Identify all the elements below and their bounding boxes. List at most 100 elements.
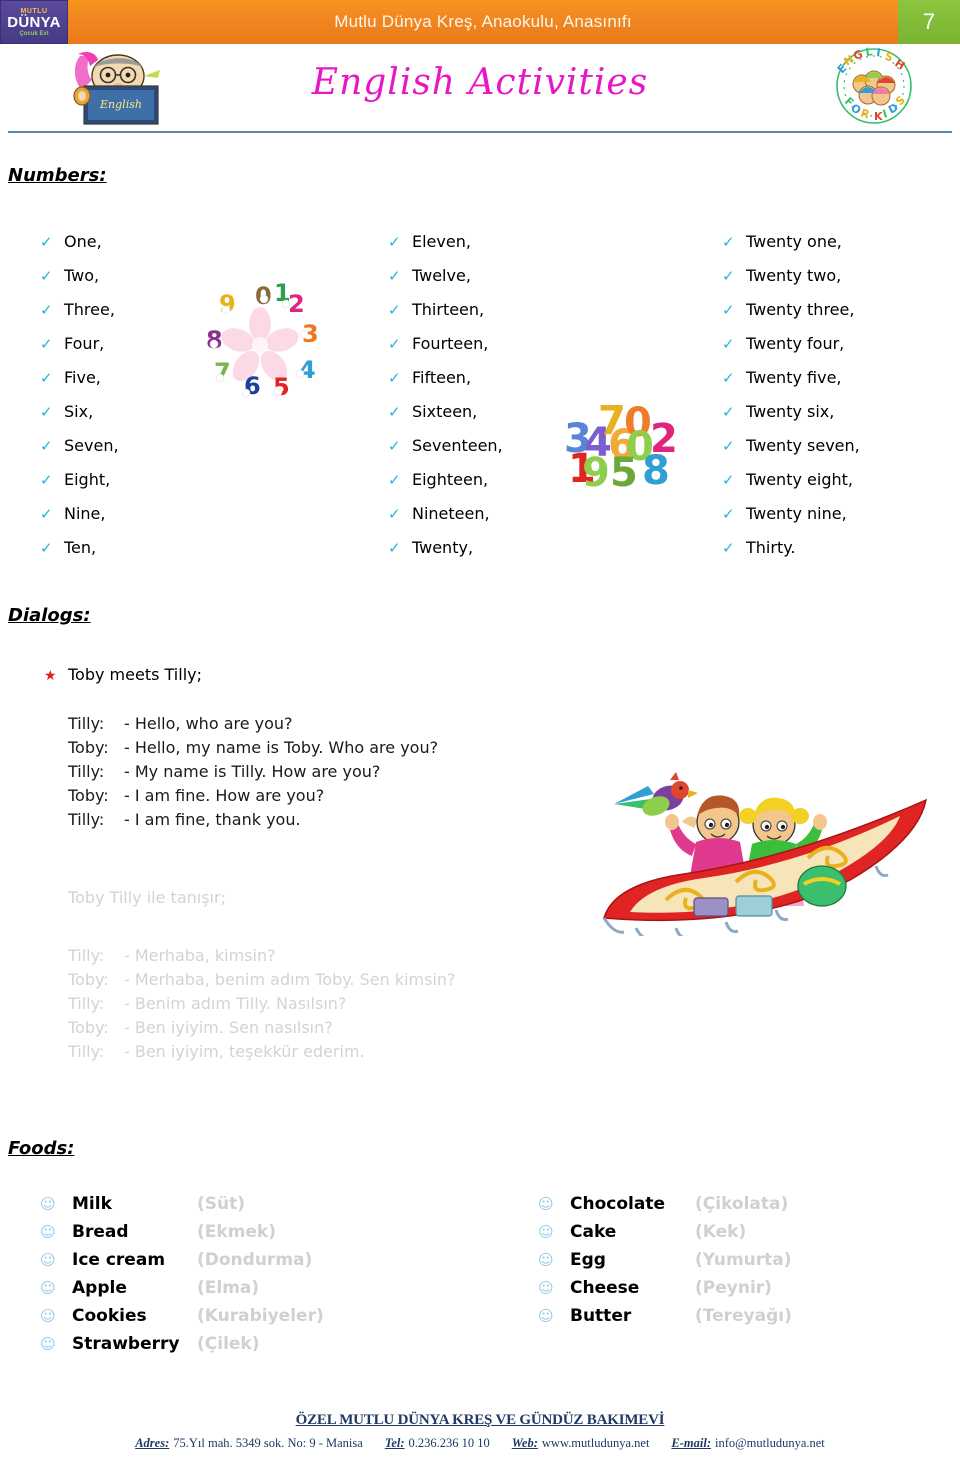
check-icon: ✓ — [40, 335, 53, 353]
check-icon: ✓ — [40, 471, 53, 489]
kids-on-magic-carpet-illustration — [602, 772, 928, 936]
food-name-turkish: (Elma) — [197, 1278, 260, 1298]
smiley-icon: ☺ — [40, 1279, 56, 1297]
dialog-text: - My name is Tilly. How are you? — [124, 762, 381, 781]
number-list-item: ✓ Thirteen, — [388, 300, 503, 334]
number-label: Six, — [64, 402, 94, 421]
food-list-item: ☺ Strawberry (Çilek) — [40, 1334, 324, 1362]
footer-web-value[interactable]: www.mutludunya.net — [542, 1436, 650, 1450]
check-icon: ✓ — [388, 539, 401, 557]
food-list-item: ☺ Milk (Süt) — [40, 1194, 324, 1222]
school-logo: MUTLU DÜNYA Çocuk Evi — [0, 0, 68, 44]
number-label: Fourteen, — [412, 334, 489, 353]
footer-email-value[interactable]: info@mutludunya.net — [715, 1436, 825, 1450]
dialog-text: - Hello, my name is Toby. Who are you? — [124, 738, 439, 757]
dialogs-heading: Dialogs: — [8, 605, 91, 626]
svg-text:5: 5 — [273, 373, 290, 401]
footer-web-label: Web: — [511, 1436, 538, 1450]
number-list-item: ✓ Five, — [40, 368, 119, 402]
number-list-item: ✓ Twenty four, — [722, 334, 860, 368]
number-list-item: ✓ Seven, — [40, 436, 119, 470]
footer-tel-value: 0.236.236 10 10 — [408, 1436, 490, 1450]
footer-email[interactable]: E-mail: info@mutludunya.net — [671, 1436, 824, 1451]
food-name-english: Strawberry — [72, 1334, 180, 1354]
dialog-line: Tilly: - I am fine, thank you. — [68, 808, 438, 832]
check-icon: ✓ — [388, 437, 401, 455]
number-list-item: ✓ Fourteen, — [388, 334, 503, 368]
food-name-turkish: (Dondurma) — [197, 1250, 313, 1270]
dialog-speaker: Tilly: — [68, 762, 105, 781]
dialog-line: Tilly: - My name is Tilly. How are you? — [68, 760, 438, 784]
dialog-lines-english: Tilly: - Hello, who are you? Toby: - Hello,… — [68, 712, 438, 832]
dialog-speaker: Toby: — [68, 786, 109, 805]
svg-text:9: 9 — [582, 450, 610, 492]
header-title-band: Mutlu Dünya Kreş, Anaokulu, Anasınıfı — [68, 0, 898, 44]
number-label: Fifteen, — [412, 368, 472, 387]
smiley-icon: ☺ — [40, 1223, 56, 1241]
number-label: Sixteen, — [412, 402, 478, 421]
food-list-item: ☺ Cake (Kek) — [538, 1222, 792, 1250]
number-list-item: ✓ Twenty seven, — [722, 436, 860, 470]
food-list-item: ☺ Butter (Tereyağı) — [538, 1306, 792, 1334]
numbers-column-1: ✓ One, ✓ Two, ✓ Three, ✓ Four, ✓ Five, ✓ Six, ✓ Seven… — [40, 232, 119, 572]
footer-address-value: 75.Yıl mah. 5349 sok. No: 9 - Manisa — [173, 1436, 363, 1450]
footer-contact-line: Adres: 75.Yıl mah. 5349 sok. No: 9 - Mani… — [0, 1436, 960, 1451]
dialog-text: - Ben iyiyim. Sen nasılsın? — [124, 1018, 333, 1037]
logo-line-3: Çocuk Evi — [19, 30, 49, 37]
dialog-line: Toby: - Ben iyiyim. Sen nasılsın? — [68, 1016, 456, 1040]
number-list-item: ✓ Two, — [40, 266, 119, 300]
number-label: Seven, — [64, 436, 119, 455]
check-icon: ✓ — [40, 539, 53, 557]
svg-text:4: 4 — [299, 356, 316, 384]
check-icon: ✓ — [40, 267, 53, 285]
footer-tel: Tel: 0.236.236 10 10 — [385, 1436, 490, 1451]
dialog-speaker: Toby: — [68, 1018, 109, 1037]
dialog-speaker: Tilly: — [68, 994, 105, 1013]
number-list-item: ✓ Sixteen, — [388, 402, 503, 436]
footer-email-label: E-mail: — [671, 1436, 712, 1450]
number-label: One, — [64, 232, 102, 251]
number-list-item: ✓ One, — [40, 232, 119, 266]
dialog-line: Toby: - I am fine. How are you? — [68, 784, 438, 808]
dialog-speaker: Tilly: — [68, 946, 105, 965]
smiley-icon: ☺ — [538, 1251, 554, 1269]
footer-address: Adres: 75.Yıl mah. 5349 sok. No: 9 - Mani… — [135, 1436, 363, 1451]
check-icon: ✓ — [722, 369, 735, 387]
food-name-english: Bread — [72, 1222, 129, 1242]
dialog-title-row-english: ★ Toby meets Tilly; — [44, 665, 202, 684]
footer-web[interactable]: Web: www.mutludunya.net — [512, 1436, 650, 1451]
number-list-item: ✓ Twenty one, — [722, 232, 860, 266]
number-list-item: ✓ Eight, — [40, 470, 119, 504]
food-name-english: Cookies — [72, 1306, 147, 1326]
dialog-lines-turkish: Tilly: - Merhaba, kimsin? Toby: - Merhaba, … — [68, 944, 456, 1064]
smiley-icon: ☺ — [40, 1195, 56, 1213]
number-label: Three, — [64, 300, 115, 319]
smiley-icon: ☺ — [538, 1307, 554, 1325]
smiley-icon: ☺ — [40, 1307, 56, 1325]
number-label: Two, — [64, 266, 100, 285]
dialog-text: - Benim adım Tilly. Nasılsın? — [124, 994, 347, 1013]
number-list-item: ✓ Fifteen, — [388, 368, 503, 402]
dialog-text: - Merhaba, kimsin? — [124, 946, 276, 965]
number-label: Ten, — [64, 538, 97, 557]
dialog-text: - Merhaba, benim adım Toby. Sen kimsin? — [124, 970, 456, 989]
food-name-english: Cheese — [570, 1278, 640, 1298]
page-header: MUTLU DÜNYA Çocuk Evi Mutlu Dünya Kreş, … — [0, 0, 960, 44]
check-icon: ✓ — [722, 471, 735, 489]
number-list-item: ✓ Twenty two, — [722, 266, 860, 300]
number-label: Twenty two, — [746, 266, 842, 285]
check-icon: ✓ — [722, 233, 735, 251]
smiley-icon: ☺ — [538, 1279, 554, 1297]
number-list-item: ✓ Eighteen, — [388, 470, 503, 504]
dialog-text: - Hello, who are you? — [124, 714, 293, 733]
teacher-with-book-icon: English — [73, 52, 160, 125]
dialog-line: Tilly: - Hello, who are you? — [68, 712, 438, 736]
food-name-english: Cake — [570, 1222, 617, 1242]
number-label: Thirteen, — [412, 300, 485, 319]
food-name-turkish: (Kek) — [695, 1222, 747, 1242]
dialog-text: - I am fine. How are you? — [124, 786, 325, 805]
number-list-item: ✓ Twenty six, — [722, 402, 860, 436]
check-icon: ✓ — [388, 369, 401, 387]
number-list-item: ✓ Twenty three, — [722, 300, 860, 334]
dialog-speaker: Toby: — [68, 738, 109, 757]
